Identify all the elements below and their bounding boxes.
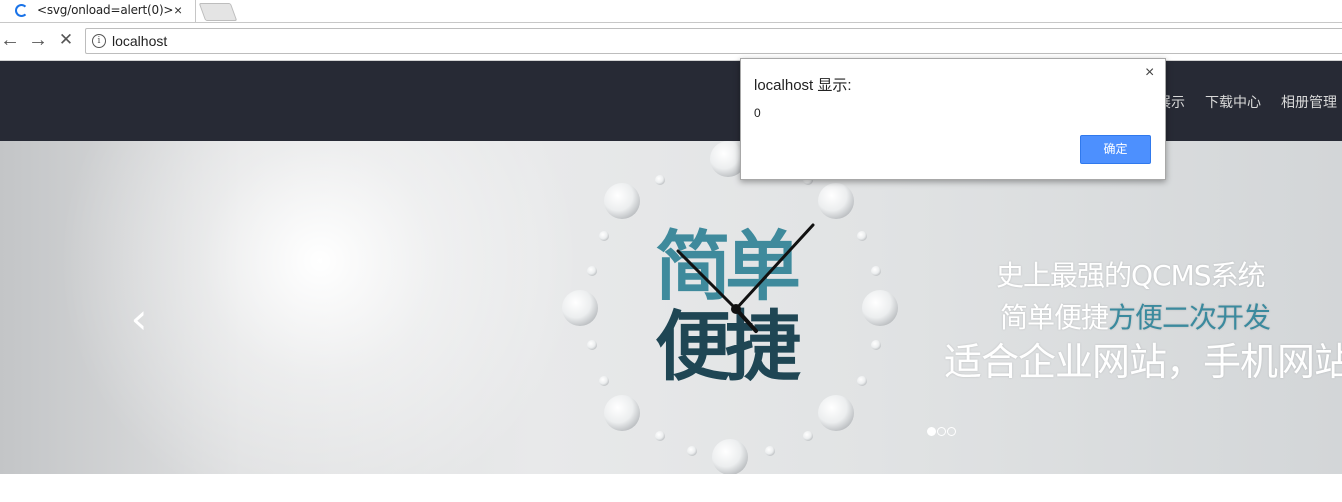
carousel-indicators [927,423,957,441]
carousel-dot[interactable] [927,427,936,436]
loading-spinner-icon [15,4,28,17]
new-tab-button[interactable] [198,3,238,21]
alert-dialog: localhost 显示: × 0 确定 [740,58,1166,180]
site-info-icon[interactable]: i [92,34,106,48]
slogan-line-2-highlight: 方便二次开发 [1108,301,1271,334]
tab-strip: <svg/onload=alert(0)> × [0,0,1342,24]
carousel-dot[interactable] [947,427,956,436]
banner-carousel: 简单 便捷 史上最强的QCMS系统 简单便捷方便二次开发 适合企业网站，手机网站… [0,141,1342,474]
forward-arrow-icon[interactable]: → [28,29,48,51]
nav-item-downloads[interactable]: 下载中心 [1205,92,1261,112]
address-bar[interactable]: i localhost [85,28,1342,54]
browser-toolbar: ← → ✕ i localhost [0,24,1342,61]
alert-message: 0 [754,106,761,120]
tab-title: <svg/onload=alert(0)> [37,3,174,17]
carousel-dot[interactable] [937,427,946,436]
nav-item-album[interactable]: 相册管理 [1281,92,1337,112]
tab-close-icon[interactable]: × [174,2,182,18]
slogan-line-1: 史上最强的QCMS系统 [996,259,1266,292]
tab-strip-divider [0,22,1342,23]
ok-button[interactable]: 确定 [1080,135,1151,164]
stop-loading-icon[interactable]: ✕ [56,29,76,51]
alert-title: localhost 显示: [754,77,852,94]
browser-tab[interactable]: <svg/onload=alert(0)> × [0,0,196,23]
slogan-line-3: 适合企业网站，手机网站 [944,340,1342,384]
carousel-prev-arrow-icon[interactable]: ‹ [124,298,154,340]
slogan-line-2-plain: 简单便捷 [1000,301,1109,334]
alert-close-icon[interactable]: × [1145,64,1154,82]
slogan-line-2: 简单便捷方便二次开发 [1000,296,1271,336]
back-arrow-icon[interactable]: ← [0,29,20,51]
address-url[interactable]: localhost [112,33,167,49]
